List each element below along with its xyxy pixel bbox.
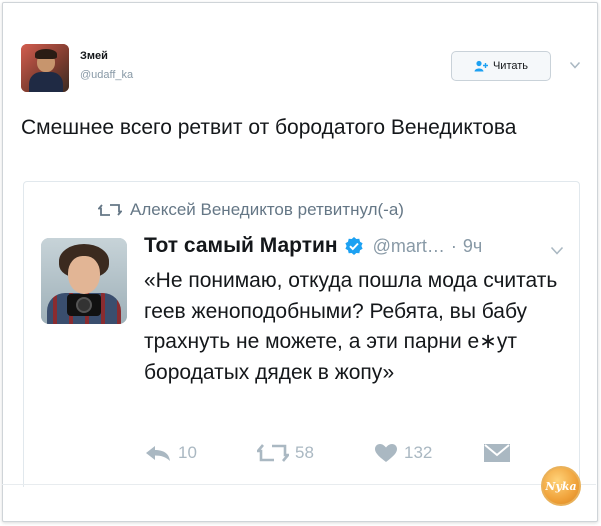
- chevron-down-icon[interactable]: [569, 60, 581, 70]
- watermark-text: Nyka: [545, 479, 577, 493]
- author-avatar[interactable]: [21, 44, 69, 92]
- retweet-context-text: Алексей Венедиктов ретвитнул(-а): [130, 200, 404, 219]
- retweet-count: 58: [295, 443, 314, 462]
- like-count: 132: [404, 443, 433, 462]
- quoted-tweet-text: «Не понимаю, откуда пошла мода считать г…: [144, 269, 558, 384]
- retweet-context: Алексей Венедиктов ретвитнул(-а): [98, 200, 404, 220]
- retweet-icon: [98, 204, 122, 216]
- author-name[interactable]: Змей: [80, 50, 108, 62]
- timestamp[interactable]: 9ч: [463, 236, 482, 257]
- tweet-text: Смешнее всего ретвит от бородатого Венед…: [21, 116, 517, 139]
- reply-icon: [146, 446, 170, 461]
- watermark-logo: Nyka: [541, 466, 581, 506]
- like-icon: [375, 444, 397, 462]
- message-icon: [484, 444, 510, 462]
- like-button[interactable]: 132: [374, 443, 432, 463]
- reply-button[interactable]: 10: [144, 443, 197, 463]
- chevron-down-icon[interactable]: [550, 245, 564, 256]
- quoted-author-name[interactable]: Тот самый Мартин: [144, 234, 338, 258]
- message-button[interactable]: [483, 443, 511, 463]
- retweet-icon: [257, 444, 289, 462]
- reply-count: 10: [178, 443, 197, 462]
- quoted-author-avatar[interactable]: [41, 238, 127, 324]
- divider: [2, 484, 596, 485]
- verified-icon: [345, 237, 363, 255]
- separator-dot: ·: [450, 235, 457, 256]
- follow-person-icon: [474, 60, 488, 72]
- author-handle[interactable]: @udaff_ka: [80, 69, 133, 81]
- quoted-header: Тот самый Мартин @mart… · 9ч: [144, 234, 482, 258]
- quoted-author-handle[interactable]: @mart…: [373, 236, 445, 257]
- follow-label: Читать: [492, 60, 529, 72]
- follow-button[interactable]: Читать: [451, 51, 551, 81]
- retweet-button[interactable]: 58: [257, 443, 314, 463]
